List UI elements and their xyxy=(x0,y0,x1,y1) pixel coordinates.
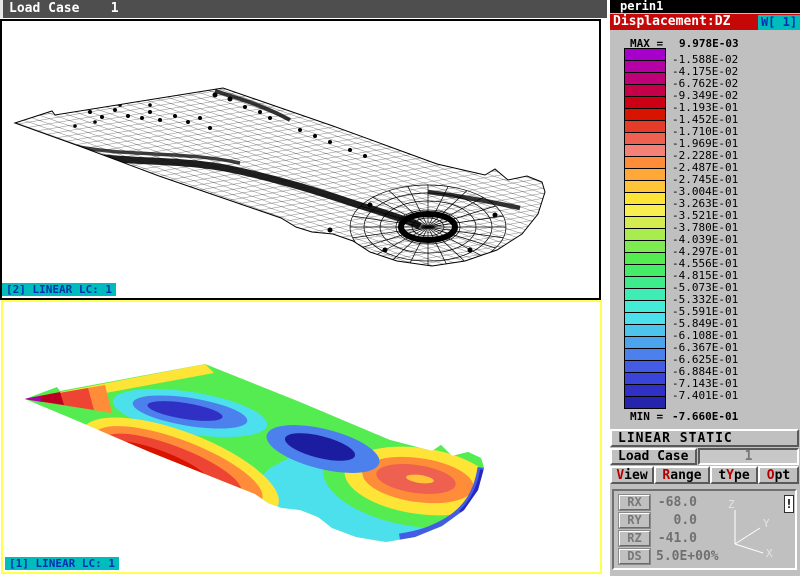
legend-min-value: -7.660E-01 xyxy=(672,410,738,423)
menu-button-type[interactable]: tYpe xyxy=(710,466,758,484)
legend-color-band xyxy=(624,205,666,217)
wireframe-mesh-plot xyxy=(2,21,599,298)
menu-button-row: ViewRangetYpeOpt xyxy=(610,466,799,484)
result-type-bar: Displacement:DZ W[ 1] xyxy=(610,14,800,30)
legend-color-band xyxy=(624,229,666,241)
load-case-button[interactable]: Load Case xyxy=(610,448,697,465)
legend-color-band xyxy=(624,397,666,409)
view-param-rz-value: -41.0 xyxy=(656,532,697,546)
legend-color-band xyxy=(624,385,666,397)
view-param-ds-value: 5.0E+00% xyxy=(656,550,726,564)
legend-color-scale xyxy=(624,48,666,409)
view-param-ds-button[interactable]: DS xyxy=(619,549,650,564)
legend-value: -7.401E-01 xyxy=(672,390,738,402)
legend-color-band xyxy=(624,85,666,97)
legend-color-band xyxy=(624,337,666,349)
menu-button-view[interactable]: View xyxy=(610,466,654,484)
viewport-1-contour[interactable]: [1] LINEAR LC: 1 xyxy=(1,300,602,574)
legend-color-band xyxy=(624,97,666,109)
axis-label-z: Z xyxy=(728,498,735,511)
legend-max-value: 9.978E-03 xyxy=(679,37,739,50)
view-param-rx-button[interactable]: RX xyxy=(619,495,650,510)
view-param-rz-button[interactable]: RZ xyxy=(619,531,650,546)
legend-color-band xyxy=(624,325,666,337)
view-settings-panel: RX -68.0 RY 0.0 RZ -41.0 DS 5.0E+00% Z Y X ! xyxy=(612,489,797,570)
axis-label-y: Y xyxy=(763,517,770,530)
legend-color-band xyxy=(624,265,666,277)
view-param-rx-value: -68.0 xyxy=(656,496,697,510)
legend-color-band xyxy=(624,301,666,313)
load-case-value[interactable]: 1 xyxy=(698,448,799,465)
legend-color-band xyxy=(624,313,666,325)
legend-color-band xyxy=(624,121,666,133)
legend-color-band xyxy=(624,253,666,265)
legend-color-band xyxy=(624,349,666,361)
contour-plot xyxy=(3,302,600,572)
legend-color-band xyxy=(624,61,666,73)
radial-fan-mesh xyxy=(350,185,506,269)
control-panel: perin1 Displacement:DZ W[ 1] MAX = 9.978… xyxy=(610,0,800,576)
window-number-badge[interactable]: W[ 1] xyxy=(758,15,800,30)
legend-color-band xyxy=(624,169,666,181)
view-param-ry-button[interactable]: RY xyxy=(619,513,650,528)
legend-color-band xyxy=(624,48,666,61)
legend-color-band xyxy=(624,181,666,193)
legend-color-band xyxy=(624,217,666,229)
viewport-1-status-label: [1] LINEAR LC: 1 xyxy=(5,557,119,570)
legend-min-label: MIN = xyxy=(630,410,663,423)
viewport-2-status-label: [2] LINEAR LC: 1 xyxy=(2,283,116,296)
alert-pin-icon[interactable]: ! xyxy=(784,495,794,513)
legend-color-band xyxy=(624,145,666,157)
legend-color-band xyxy=(624,373,666,385)
menu-button-opt[interactable]: Opt xyxy=(758,466,799,484)
legend-color-band xyxy=(624,73,666,85)
model-name-bar: perin1 xyxy=(610,0,800,13)
legend-color-band xyxy=(624,289,666,301)
legend-color-band xyxy=(624,277,666,289)
legend-color-band xyxy=(624,361,666,373)
legend-color-band xyxy=(624,109,666,121)
application-window: Load Case 1 xyxy=(0,0,800,576)
analysis-type-bar: LINEAR STATIC xyxy=(610,429,799,447)
viewport-2-wireframe[interactable]: [2] LINEAR LC: 1 xyxy=(0,19,601,300)
window-titlebar[interactable]: Load Case 1 xyxy=(0,0,607,18)
legend-color-band xyxy=(624,157,666,169)
menu-button-range[interactable]: Range xyxy=(654,466,710,484)
legend-color-band xyxy=(624,193,666,205)
axis-label-x: X xyxy=(766,547,773,560)
view-param-ry-value: 0.0 xyxy=(656,514,697,528)
legend-color-band xyxy=(624,133,666,145)
axis-triad: Z Y X xyxy=(720,495,782,565)
legend-color-band xyxy=(624,241,666,253)
